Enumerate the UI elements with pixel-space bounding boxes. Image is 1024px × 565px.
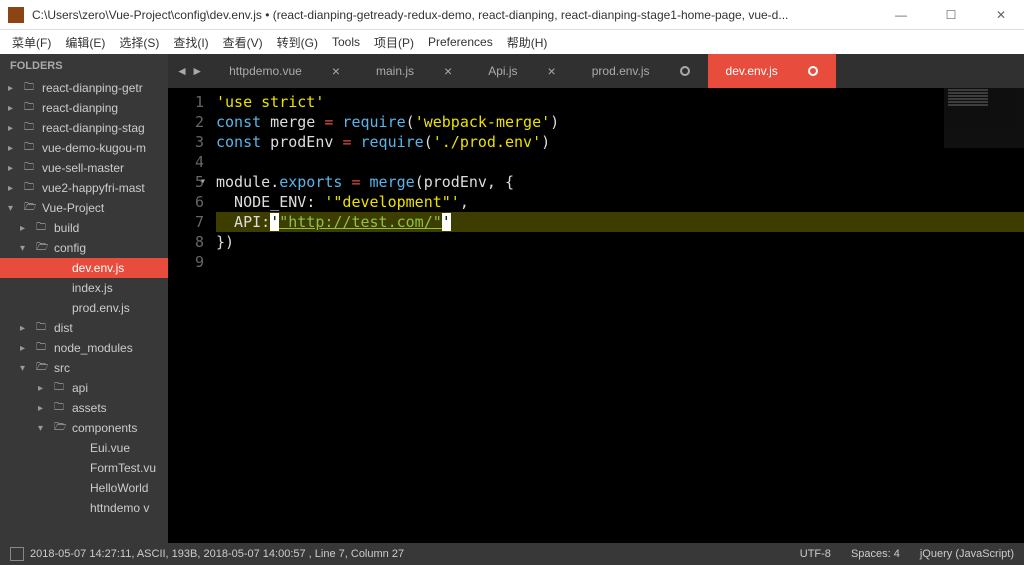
menu-preferences[interactable]: Preferences	[428, 35, 493, 49]
tab-bar: ◄ ► httpdemo.vue × main.js × Api.js × prod.env…	[168, 54, 1024, 88]
status-left: 2018-05-07 14:27:11, ASCII, 193B, 2018-0…	[10, 547, 800, 561]
folder-item[interactable]: ▾🗁components	[0, 418, 168, 438]
sidebar: FOLDERS ▸🗀react-dianping-getr▸🗀react-dia…	[0, 54, 168, 543]
status-syntax[interactable]: jQuery (JavaScript)	[920, 548, 1014, 560]
line-number: 5▾	[168, 172, 204, 192]
menu-goto[interactable]: 转到(G)	[277, 34, 318, 51]
menubar: 菜单(F) 编辑(E) 选择(S) 查找(I) 查看(V) 转到(G) Tool…	[0, 30, 1024, 54]
close-icon[interactable]: ×	[548, 63, 556, 79]
sidebar-header: FOLDERS	[0, 54, 168, 78]
line-gutter: 1 2 3 4 5▾ 6 7 8 9	[168, 88, 216, 543]
close-icon[interactable]: ×	[444, 63, 452, 79]
folder-item[interactable]: ▾🗁Vue-Project	[0, 198, 168, 218]
menu-project[interactable]: 项目(P)	[374, 34, 414, 51]
file-item[interactable]: httndemo v	[0, 498, 168, 518]
folder-item[interactable]: ▸🗀api	[0, 378, 168, 398]
tab[interactable]: Api.js ×	[470, 54, 574, 88]
titlebar: C:\Users\zero\Vue-Project\config\dev.env…	[0, 0, 1024, 30]
code-content[interactable]: 'use strict' const merge = require('webp…	[216, 88, 1024, 543]
file-tree: ▸🗀react-dianping-getr▸🗀react-dianping▸🗀r…	[0, 78, 168, 518]
folder-item[interactable]: ▸🗀vue-demo-kugou-m	[0, 138, 168, 158]
line-number: 6	[168, 192, 204, 212]
line-number: 3	[168, 132, 204, 152]
window-controls: — ☐ ✕	[886, 8, 1016, 22]
menu-edit[interactable]: 编辑(E)	[65, 34, 105, 51]
file-item[interactable]: prod.env.js	[0, 298, 168, 318]
tab-label: prod.env.js	[592, 64, 650, 78]
status-info: 2018-05-07 14:27:11, ASCII, 193B, 2018-0…	[30, 548, 404, 560]
folder-item[interactable]: ▸🗀vue-sell-master	[0, 158, 168, 178]
main-area: FOLDERS ▸🗀react-dianping-getr▸🗀react-dia…	[0, 54, 1024, 543]
folder-item[interactable]: ▸🗀build	[0, 218, 168, 238]
tab[interactable]: dev.env.js	[708, 54, 836, 88]
menu-file[interactable]: 菜单(F)	[12, 34, 51, 51]
tab-scroll-arrows[interactable]: ◄ ►	[168, 54, 211, 88]
line-number: 2	[168, 112, 204, 132]
tab-label: httpdemo.vue	[229, 64, 302, 78]
status-right: UTF-8 Spaces: 4 jQuery (JavaScript)	[800, 548, 1014, 560]
folder-item[interactable]: ▾🗁config	[0, 238, 168, 258]
file-item[interactable]: FormTest.vu	[0, 458, 168, 478]
tab[interactable]: httpdemo.vue ×	[211, 54, 358, 88]
file-item[interactable]: Eui.vue	[0, 438, 168, 458]
dirty-icon	[808, 66, 818, 76]
menu-find[interactable]: 查找(I)	[173, 34, 208, 51]
folder-item[interactable]: ▸🗀vue2-happyfri-mast	[0, 178, 168, 198]
status-encoding[interactable]: UTF-8	[800, 548, 831, 560]
tab-label: main.js	[376, 64, 414, 78]
tab-label: dev.env.js	[726, 64, 778, 78]
file-item[interactable]: index.js	[0, 278, 168, 298]
menu-help[interactable]: 帮助(H)	[507, 34, 548, 51]
line-number: 4	[168, 152, 204, 172]
close-icon[interactable]: ×	[332, 63, 340, 79]
statusbar: 2018-05-07 14:27:11, ASCII, 193B, 2018-0…	[0, 543, 1024, 565]
file-item[interactable]: HelloWorld	[0, 478, 168, 498]
minimize-button[interactable]: —	[886, 8, 916, 22]
menu-select[interactable]: 选择(S)	[119, 34, 159, 51]
line-number: 8	[168, 232, 204, 252]
folder-item[interactable]: ▸🗀node_modules	[0, 338, 168, 358]
folder-item[interactable]: ▸🗀react-dianping-getr	[0, 78, 168, 98]
tab[interactable]: prod.env.js	[574, 54, 708, 88]
close-button[interactable]: ✕	[986, 8, 1016, 22]
line-number: 1	[168, 92, 204, 112]
minimap[interactable]	[944, 88, 1024, 148]
status-icon	[10, 547, 24, 561]
tab[interactable]: main.js ×	[358, 54, 470, 88]
line-number: 7	[168, 212, 204, 232]
titlebar-path: C:\Users\zero\Vue-Project\config\dev.env…	[32, 8, 886, 22]
file-item[interactable]: dev.env.js	[0, 258, 168, 278]
folder-item[interactable]: ▸🗀react-dianping	[0, 98, 168, 118]
folder-item[interactable]: ▸🗀react-dianping-stag	[0, 118, 168, 138]
folder-item[interactable]: ▾🗁src	[0, 358, 168, 378]
tab-label: Api.js	[488, 64, 517, 78]
code-editor[interactable]: 1 2 3 4 5▾ 6 7 8 9 'use strict' const me…	[168, 88, 1024, 543]
menu-tools[interactable]: Tools	[332, 35, 360, 49]
maximize-button[interactable]: ☐	[936, 8, 966, 22]
status-spaces[interactable]: Spaces: 4	[851, 548, 900, 560]
folder-item[interactable]: ▸🗀dist	[0, 318, 168, 338]
app-icon	[8, 7, 24, 23]
folder-item[interactable]: ▸🗀assets	[0, 398, 168, 418]
editor-area: ◄ ► httpdemo.vue × main.js × Api.js × prod.env…	[168, 54, 1024, 543]
line-number: 9	[168, 252, 204, 272]
fold-icon[interactable]: ▾	[200, 172, 206, 192]
menu-view[interactable]: 查看(V)	[223, 34, 263, 51]
dirty-icon	[680, 66, 690, 76]
